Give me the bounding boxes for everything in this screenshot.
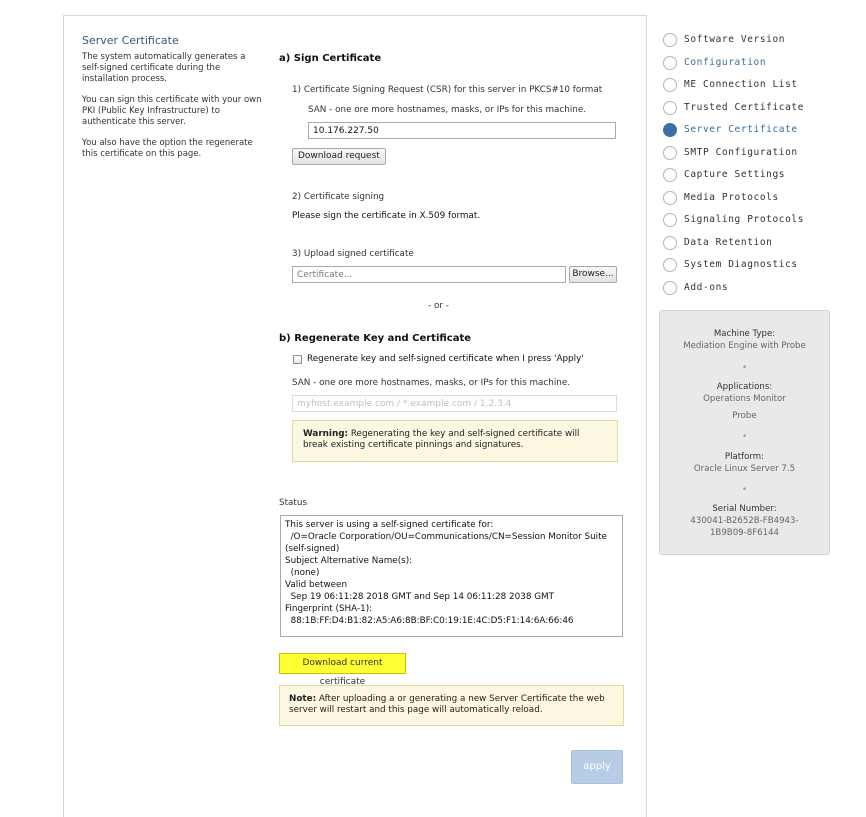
status-line: 88:1B:FF:D4:B1:82:A5:A6:8B:BF:C0:19:1E:4… bbox=[285, 616, 574, 626]
status-line: This server is using a self-signed certi… bbox=[285, 520, 494, 530]
step-circle-icon bbox=[663, 191, 677, 205]
wizard-step-label: Media Protocols bbox=[684, 192, 779, 203]
wizard-step-software-version[interactable]: Software Version bbox=[663, 33, 843, 49]
step-active-circle-icon bbox=[663, 123, 677, 137]
intro-paragraph: The system automatically generates a sel… bbox=[82, 52, 246, 84]
san-label: SAN - one ore more hostnames, masks, or … bbox=[308, 105, 587, 115]
wizard-step-label: Configuration bbox=[684, 57, 767, 68]
wizard-step-label: SMTP Configuration bbox=[684, 147, 798, 158]
wizard-step-label: Trusted Certificate bbox=[684, 102, 805, 113]
main-panel: Server Certificate The system automatica… bbox=[63, 15, 647, 817]
applications-label: Applications: bbox=[716, 382, 773, 392]
certificate-signing-label: 2) Certificate signing bbox=[292, 192, 385, 202]
step-circle-icon bbox=[663, 213, 677, 227]
wizard-step-signaling-protocols[interactable]: Signaling Protocols bbox=[663, 213, 843, 229]
note-text: After uploading a or generating a new Se… bbox=[289, 694, 605, 715]
download-request-button[interactable]: Download request bbox=[292, 148, 386, 165]
status-line: (self-signed) bbox=[285, 544, 340, 554]
wizard-step-trusted-certificate[interactable]: Trusted Certificate bbox=[663, 101, 843, 117]
application-item: Probe bbox=[732, 411, 757, 421]
warning-title: Warning: bbox=[303, 429, 349, 439]
status-line: Fingerprint (SHA-1): bbox=[285, 604, 373, 614]
status-line: (none) bbox=[285, 568, 320, 578]
separator-dot: • bbox=[741, 363, 748, 373]
step-circle-icon bbox=[663, 236, 677, 250]
machine-type-value: Mediation Engine with Probe bbox=[683, 341, 806, 351]
intro-paragraph: You also have the option the regenerate … bbox=[82, 138, 253, 159]
step-circle-icon bbox=[663, 168, 677, 182]
status-textarea[interactable]: This server is using a self-signed certi… bbox=[280, 515, 623, 637]
upload-label: 3) Upload signed certificate bbox=[292, 249, 414, 259]
browse-button[interactable]: Browse... bbox=[569, 266, 617, 283]
wizard-step-label: ME Connection List bbox=[684, 79, 798, 90]
status-label: Status bbox=[279, 498, 308, 508]
step-circle-icon bbox=[663, 146, 677, 160]
apply-button[interactable]: apply bbox=[571, 750, 623, 784]
step-circle-icon bbox=[663, 56, 677, 70]
download-certificate-button[interactable]: Download current certificate bbox=[279, 653, 406, 687]
regenerate-checkbox-label: Regenerate key and self-signed certifica… bbox=[307, 354, 584, 364]
regenerate-heading: b) Regenerate Key and Certificate bbox=[279, 333, 472, 344]
intro-panel: Server Certificate The system automatica… bbox=[82, 34, 262, 170]
wizard-step-capture-settings[interactable]: Capture Settings bbox=[663, 168, 843, 184]
separator-dot: • bbox=[741, 485, 748, 495]
status-line: Subject Alternative Name(s): bbox=[285, 556, 413, 566]
wizard-step-label: Signaling Protocols bbox=[684, 214, 805, 225]
wizard-step-system-diagnostics[interactable]: System Diagnostics bbox=[663, 258, 843, 274]
separator-dot: • bbox=[741, 432, 748, 442]
or-separator: - or - bbox=[428, 301, 449, 311]
status-line: /O=Oracle Corporation/OU=Communications/… bbox=[285, 532, 607, 542]
application-item: Operations Monitor bbox=[703, 394, 786, 404]
serial-number-label: Serial Number: bbox=[712, 504, 777, 514]
step-circle-icon bbox=[663, 33, 677, 47]
step-circle-icon bbox=[663, 101, 677, 115]
wizard-step-label: Add-ons bbox=[684, 282, 729, 293]
csr-label: 1) Certificate Signing Request (CSR) for… bbox=[292, 85, 603, 95]
note-box: Note: After uploading a or generating a … bbox=[279, 685, 624, 726]
regen-san-input[interactable]: myhost.example.com / *.example.com / 1.2… bbox=[292, 395, 617, 412]
certificate-file-input[interactable]: Certificate... bbox=[292, 266, 566, 283]
step-circle-icon bbox=[663, 258, 677, 272]
wizard-step-label: Capture Settings bbox=[684, 169, 786, 180]
step-circle-icon bbox=[663, 281, 677, 295]
platform-value: Oracle Linux Server 7.5 bbox=[693, 464, 796, 474]
machine-type-label: Machine Type: bbox=[713, 329, 776, 339]
regen-san-label: SAN - one ore more hostnames, masks, or … bbox=[292, 378, 571, 388]
warning-box: Warning: Regenerating the key and self-s… bbox=[292, 420, 618, 462]
wizard-step-me-connection-list[interactable]: ME Connection List bbox=[663, 78, 843, 94]
wizard-step-smtp-configuration[interactable]: SMTP Configuration bbox=[663, 146, 843, 162]
serial-number-value: 1B9B09-8F6144 bbox=[709, 528, 780, 538]
wizard-step-add-ons[interactable]: Add-ons bbox=[663, 281, 843, 297]
wizard-step-data-retention[interactable]: Data Retention bbox=[663, 236, 843, 252]
step-circle-icon bbox=[663, 78, 677, 92]
wizard-step-server-certificate[interactable]: Server Certificate bbox=[663, 123, 843, 139]
regenerate-checkbox[interactable] bbox=[293, 355, 302, 364]
platform-label: Platform: bbox=[724, 452, 765, 462]
wizard-step-label: Data Retention bbox=[684, 237, 773, 248]
wizard-step-label: Server Certificate bbox=[684, 124, 798, 135]
wizard-step-label: System Diagnostics bbox=[684, 259, 798, 270]
serial-number-value: 430041-B2652B-FB4943- bbox=[690, 516, 799, 526]
note-title: Note: bbox=[289, 694, 317, 704]
machine-info-box: Machine Type: Mediation Engine with Prob… bbox=[659, 310, 830, 555]
wizard-step-media-protocols[interactable]: Media Protocols bbox=[663, 191, 843, 207]
san-input[interactable]: 10.176.227.50 bbox=[308, 122, 616, 139]
wizard-step-label: Software Version bbox=[684, 34, 786, 45]
intro-paragraph: You can sign this certificate with your … bbox=[82, 95, 262, 127]
status-line: Valid between bbox=[285, 580, 348, 590]
sign-certificate-heading: a) Sign Certificate bbox=[279, 53, 382, 64]
certificate-signing-text: Please sign the certificate in X.509 for… bbox=[292, 211, 481, 221]
status-line: Sep 19 06:11:28 2018 GMT and Sep 14 06:1… bbox=[285, 592, 555, 602]
intro-title: Server Certificate bbox=[82, 34, 179, 47]
wizard-step-configuration[interactable]: Configuration bbox=[663, 56, 843, 72]
